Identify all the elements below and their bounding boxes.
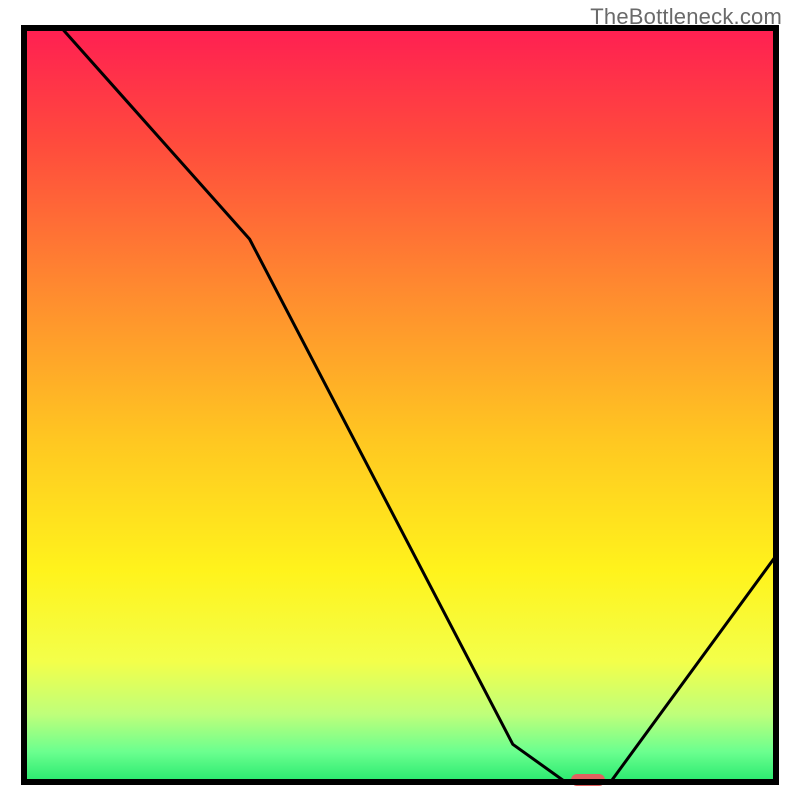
- watermark-text: TheBottleneck.com: [590, 4, 782, 30]
- plot-area: [24, 28, 776, 786]
- bottleneck-chart: [0, 0, 800, 800]
- gradient-background: [24, 28, 776, 782]
- chart-container: TheBottleneck.com: [0, 0, 800, 800]
